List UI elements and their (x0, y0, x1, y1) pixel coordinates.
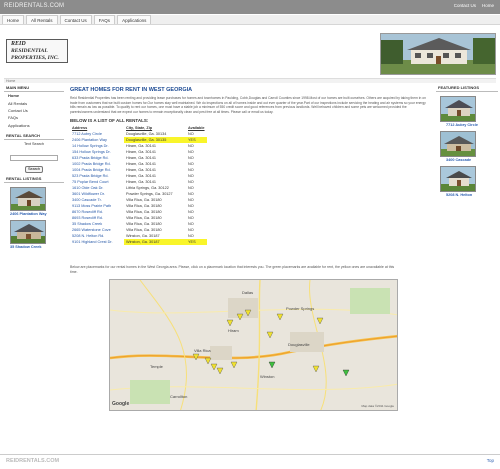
main-menu-heading: MAIN MENU (4, 84, 64, 92)
rental-address[interactable]: 9101 Highland Crest Dr. (70, 239, 124, 245)
map-place-label: Villa Rica (194, 348, 211, 353)
footer: REIDRENTALS.COM Top (0, 454, 500, 469)
rentals-table: Address City, State, Zip Available 7712 … (70, 125, 207, 246)
map-place-label: Powder Springs (286, 306, 314, 311)
search-box: Text Search Search (6, 142, 62, 173)
search-button[interactable]: Search (25, 165, 43, 173)
top-link-contact[interactable]: Contact Us (454, 3, 476, 8)
rental-listings-heading: RENTAL LISTINGS (4, 175, 64, 183)
map-place-label: Winston (260, 374, 274, 379)
featured-listings-heading: FEATURED LISTINGS (436, 84, 498, 92)
menu-item-all-rentals[interactable]: All Rentals (4, 99, 64, 106)
map-place-label: Dallas (242, 290, 253, 295)
main-content: GREAT HOMES FOR RENT IN WEST GEORGIA Rei… (70, 84, 430, 454)
nav-home[interactable]: Home (2, 15, 25, 24)
featured-thumb-aubry[interactable] (440, 96, 476, 122)
breadcrumb[interactable]: Home (4, 78, 496, 83)
listing-caption-plantation[interactable]: 2406 Plantation Way (4, 212, 64, 216)
featured-thumb-cascade[interactable] (440, 131, 476, 157)
intro-paragraph: Reid Residential Properties has been ren… (70, 96, 426, 114)
logo-line-reid: REID (11, 41, 26, 47)
menu-item-applications[interactable]: Applications (4, 122, 64, 129)
footer-logo[interactable]: REIDRENTALS.COM (6, 458, 59, 464)
site-logo-text[interactable]: REIDRENTALS.COM (4, 3, 64, 9)
map-place-label: Carrollton (170, 394, 187, 399)
featured-caption-aubry[interactable]: 7712 Aubry Circle (436, 123, 498, 127)
page-title: GREAT HOMES FOR RENT IN WEST GEORGIA (70, 87, 193, 93)
listing-thumb-shadow-creek[interactable] (10, 219, 46, 244)
logo-line-properties: PROPERTIES, INC. (11, 55, 59, 61)
right-sidebar: FEATURED LISTINGS 7712 Aubry Circle 3400… (436, 84, 498, 454)
rental-map[interactable]: Dallas Hiram Powder Springs Douglasville… (109, 278, 398, 411)
listing-thumb-plantation[interactable] (10, 186, 46, 211)
search-input[interactable] (10, 154, 58, 161)
map-copyright: Map data ©2011 Google (361, 403, 394, 408)
featured-caption-helton[interactable]: 5208 N. Helton (436, 193, 498, 197)
map-description: Below are placemarks for our rental home… (70, 265, 395, 274)
header-area: REID RESIDENTIAL PROPERTIES, INC. (4, 28, 496, 81)
map-place-label: Douglasville (288, 342, 310, 347)
back-to-top-link[interactable]: Top (487, 458, 494, 463)
top-bar: REIDRENTALS.COM Contact Us Home (0, 0, 500, 14)
rental-city: Winston, Ga. 30187 (124, 239, 186, 246)
header-house-photo (380, 33, 496, 75)
map-google-logo[interactable]: Google (112, 401, 129, 407)
nav-contact-us[interactable]: Contact Us (59, 15, 92, 24)
company-logo[interactable]: REID RESIDENTIAL PROPERTIES, INC. (6, 39, 68, 63)
menu-item-contact-us[interactable]: Contact Us (4, 107, 64, 114)
menu-item-faqs[interactable]: FAQs (4, 114, 64, 121)
rentals-list-heading: BELOW IS A LIST OF ALL RENTALS: (70, 118, 149, 124)
left-sidebar: MAIN MENU Home All Rentals Contact Us FA… (4, 84, 64, 454)
logo-line-residential: RESIDENTIAL (11, 48, 48, 54)
top-link-home[interactable]: Home (482, 3, 494, 8)
listing-caption-shadow-creek[interactable]: 35 Shadow Creek (4, 245, 64, 249)
page: REIDRENTALS.COM Contact Us Home Home All… (0, 0, 500, 469)
nav-applications[interactable]: Applications (117, 15, 152, 24)
main-nav: Home All Rentals Contact Us FAQs Applica… (0, 15, 500, 25)
nav-all-rentals[interactable]: All Rentals (26, 15, 58, 24)
top-links: Contact Us Home (454, 3, 494, 8)
map-place-label: Hiram (228, 328, 239, 333)
table-row: 9101 Highland Crest Dr. Winston, Ga. 3018… (70, 239, 207, 246)
nav-faqs[interactable]: FAQs (93, 15, 116, 24)
featured-caption-cascade[interactable]: 3400 Cascade (436, 158, 498, 162)
search-label: Text Search (23, 141, 45, 146)
rentals-table-body: 7712 Aubry Circle Douglasville, Ga. 30134… (70, 131, 207, 246)
featured-thumb-helton[interactable] (440, 166, 476, 192)
menu-item-home[interactable]: Home (4, 92, 64, 99)
map-place-label: Temple (150, 364, 164, 369)
rental-search-heading: RENTAL SEARCH (4, 132, 64, 140)
rental-availability: YES (186, 239, 207, 246)
